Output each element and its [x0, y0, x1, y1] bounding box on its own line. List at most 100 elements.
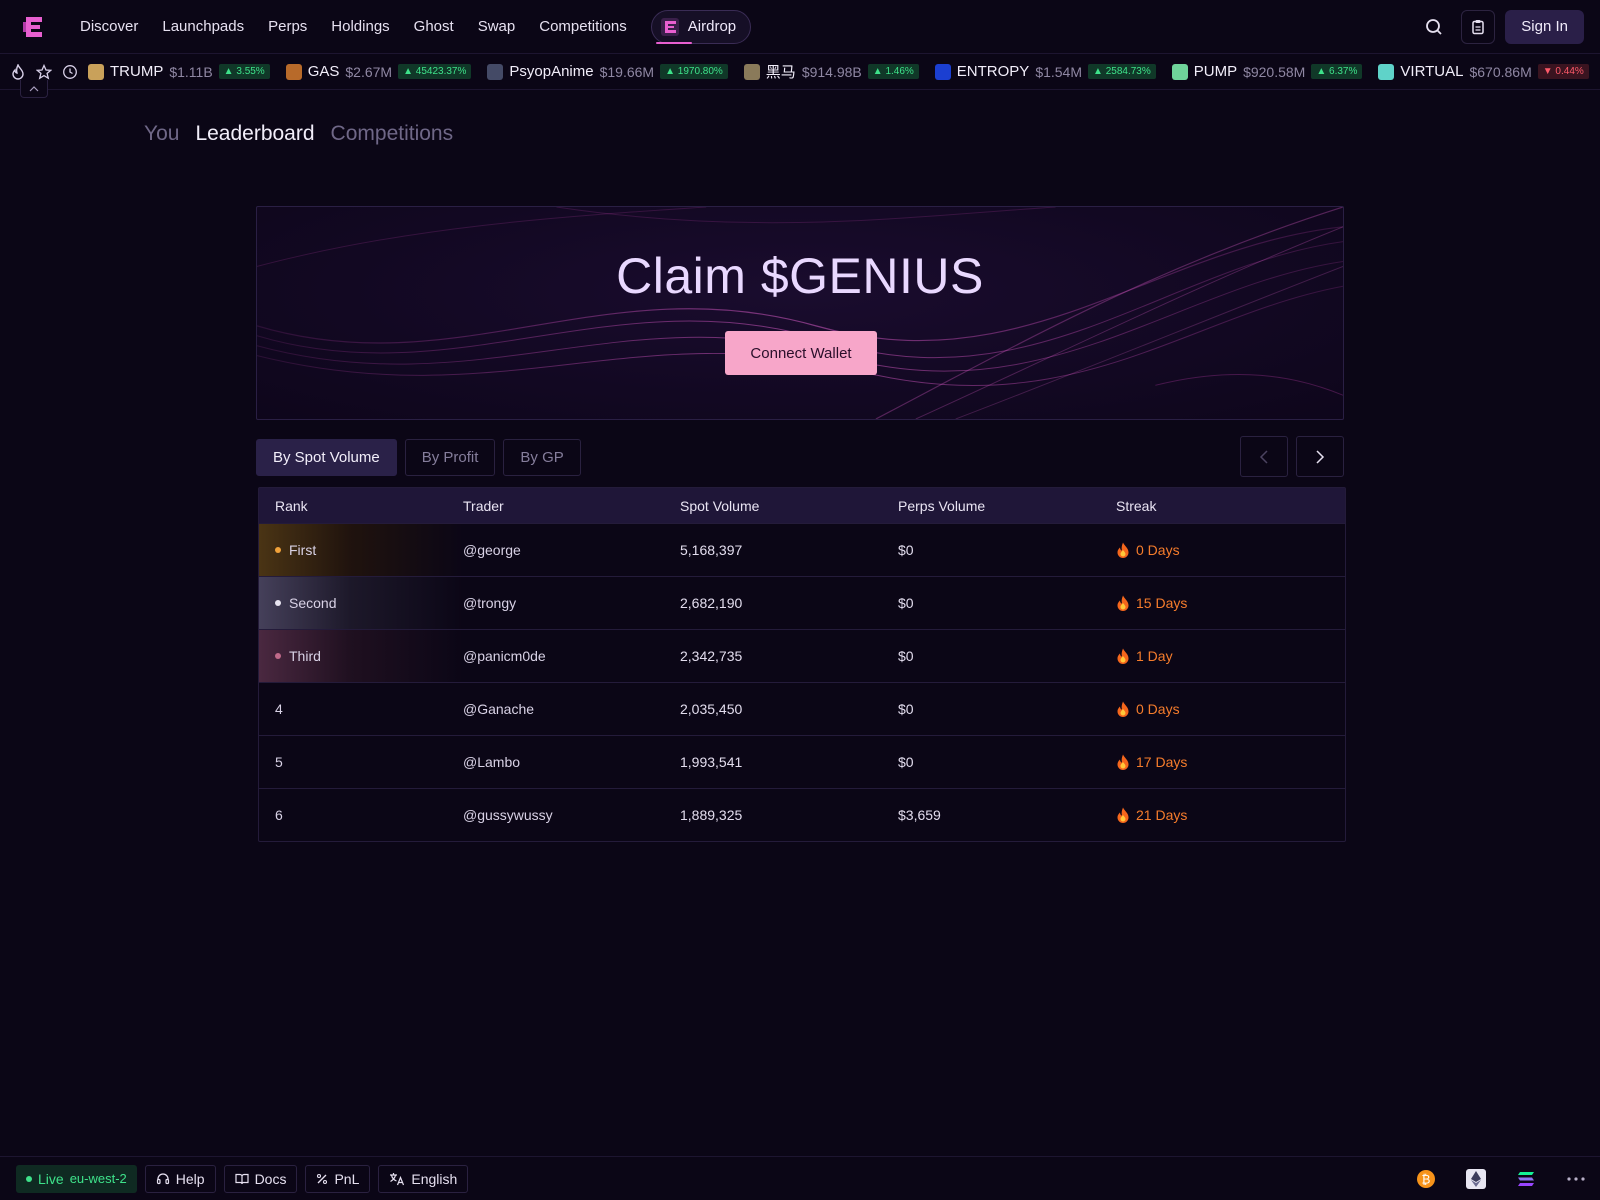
table-row[interactable]: 4 @Ganache 2,035,450 $0 0 Days	[259, 682, 1345, 735]
ticker-item[interactable]: VIRTUAL $670.86M ▼ 0.44%	[1378, 63, 1589, 80]
flame-icon[interactable]	[10, 63, 26, 80]
table-row[interactable]: 6 @gussywussy 1,889,325 $3,659 21 Days	[259, 788, 1345, 841]
star-icon[interactable]	[36, 63, 52, 80]
ticker-symbol: PsyopAnime	[509, 63, 594, 80]
tab-you[interactable]: You	[144, 122, 179, 146]
banner-waves-background	[257, 207, 1343, 419]
translate-icon	[390, 1172, 405, 1185]
perps-volume: $0	[898, 754, 914, 770]
ticker-item[interactable]: ENTROPY $1.54M ▲ 2584.73%	[934, 63, 1156, 80]
top-nav: Discover Launchpads Perps Holdings Ghost…	[0, 0, 1600, 54]
table-row[interactable]: First @george 5,168,397 $0 0 Days	[259, 523, 1345, 576]
ticker-symbol: TRUMP	[110, 63, 164, 80]
book-icon	[234, 1173, 249, 1184]
ticker-item[interactable]: PUMP $920.58M ▲ 6.37%	[1171, 63, 1363, 80]
token-icon	[1171, 63, 1188, 80]
docs-label: Docs	[254, 1170, 287, 1187]
perps-volume: $0	[898, 542, 914, 558]
nav-launchpads[interactable]: Launchpads	[150, 18, 256, 35]
trader-name[interactable]: @Lambo	[463, 754, 680, 770]
rank-cell: Second	[259, 577, 463, 629]
help-button[interactable]: Help	[144, 1164, 216, 1193]
rank-label: 5	[275, 754, 283, 770]
pnl-button[interactable]: PnL	[305, 1164, 371, 1193]
search-icon[interactable]	[1417, 10, 1451, 44]
ticker-symbol: GAS	[307, 63, 340, 80]
trader-name[interactable]: @Ganache	[463, 701, 680, 717]
ticker-symbol: ENTROPY	[956, 63, 1030, 80]
table-row[interactable]: Second @trongy 2,682,190 $0 15 Days	[259, 576, 1345, 629]
header-perps-volume: Perps Volume	[898, 497, 986, 514]
ticker-mcap: $1.54M	[1035, 63, 1083, 80]
logo-icon[interactable]	[16, 9, 52, 45]
token-icon	[934, 63, 951, 80]
nav-competitions[interactable]: Competitions	[527, 18, 639, 35]
banner-title: Claim $GENIUS	[616, 248, 984, 304]
rank-label: 4	[275, 701, 283, 717]
ticker-change: ▲ 2584.73%	[1088, 64, 1156, 79]
trader-name[interactable]: @trongy	[463, 595, 680, 611]
sign-in-button[interactable]: Sign In	[1505, 9, 1584, 44]
table-row[interactable]: Third @panicm0de 2,342,735 $0 1 Day	[259, 629, 1345, 682]
token-icon	[487, 63, 504, 80]
chevron-left-icon[interactable]	[1240, 436, 1288, 477]
spot-volume: 5,168,397	[680, 542, 743, 558]
filter-gp[interactable]: By GP	[503, 439, 581, 476]
rank-label: Third	[289, 648, 321, 664]
fire-icon	[1117, 701, 1129, 717]
nav-perps[interactable]: Perps	[256, 18, 319, 35]
ticker-item[interactable]: PsyopAnime $19.66M ▲ 1970.80%	[487, 63, 728, 80]
ticker-item[interactable]: GAS $2.67M ▲ 45423.37%	[285, 63, 472, 80]
footer-bar: Live eu-west-2 Help Docs PnL English ₿	[0, 1156, 1600, 1200]
collapse-ticker-chevron-up-icon[interactable]	[20, 80, 48, 98]
trader-name[interactable]: @george	[463, 542, 680, 558]
bitcoin-icon[interactable]: ₿	[1416, 1169, 1436, 1189]
more-options-icon[interactable]	[1566, 1169, 1586, 1189]
ticker-item[interactable]: 黑马 $914.98B ▲ 1.46%	[743, 61, 919, 82]
ticker-item[interactable]: TRUMP $1.11B ▲ 3.55%	[88, 63, 270, 80]
nav-swap[interactable]: Swap	[466, 18, 528, 35]
percent-icon	[317, 1173, 328, 1184]
fire-icon	[1117, 542, 1129, 558]
nav-discover[interactable]: Discover	[68, 18, 150, 35]
airdrop-button[interactable]: Airdrop	[650, 9, 752, 44]
spot-volume: 1,993,541	[680, 754, 743, 770]
trader-name[interactable]: @gussywussy	[463, 807, 680, 823]
chevron-right-icon[interactable]	[1296, 436, 1344, 477]
nav-holdings[interactable]: Holdings	[319, 18, 401, 35]
live-label: Live	[38, 1170, 64, 1187]
rank-cell: Third	[259, 630, 463, 682]
tab-competitions[interactable]: Competitions	[331, 122, 454, 146]
filter-profit[interactable]: By Profit	[404, 439, 496, 476]
spot-volume: 2,342,735	[680, 648, 743, 664]
nav-ghost[interactable]: Ghost	[402, 18, 466, 35]
ethereum-icon[interactable]	[1466, 1168, 1486, 1189]
airdrop-label: Airdrop	[687, 18, 737, 35]
ticker-change: ▲ 1970.80%	[660, 64, 728, 79]
ticker-mcap: $2.67M	[345, 63, 393, 80]
connect-wallet-button[interactable]: Connect Wallet	[725, 331, 877, 375]
airdrop-logo-icon	[660, 17, 679, 36]
header-spot-volume: Spot Volume	[680, 497, 760, 514]
rank-cell: First	[259, 524, 463, 576]
fire-icon	[1117, 595, 1129, 611]
trader-name[interactable]: @panicm0de	[463, 648, 680, 664]
table-header: Rank Trader Spot Volume Perps Volume Str…	[259, 488, 1345, 523]
language-label: English	[411, 1170, 458, 1187]
table-row[interactable]: 5 @Lambo 1,993,541 $0 17 Days	[259, 735, 1345, 788]
docs-button[interactable]: Docs	[223, 1164, 298, 1193]
clipboard-icon[interactable]	[1461, 9, 1496, 44]
streak-label: 1 Day	[1136, 648, 1173, 664]
language-button[interactable]: English	[378, 1164, 469, 1193]
streak-cell: 0 Days	[1116, 701, 1345, 717]
live-status-badge[interactable]: Live eu-west-2	[16, 1164, 137, 1193]
header-trader: Trader	[463, 497, 504, 514]
clock-icon[interactable]	[62, 64, 78, 80]
rank-cell: 4	[259, 683, 463, 735]
tab-leaderboard[interactable]: Leaderboard	[195, 122, 314, 146]
solana-icon[interactable]	[1516, 1169, 1536, 1189]
rank-label: Second	[289, 595, 337, 611]
filter-spot-volume[interactable]: By Spot Volume	[256, 439, 397, 476]
streak-cell: 15 Days	[1116, 595, 1345, 611]
streak-cell: 17 Days	[1116, 754, 1345, 770]
